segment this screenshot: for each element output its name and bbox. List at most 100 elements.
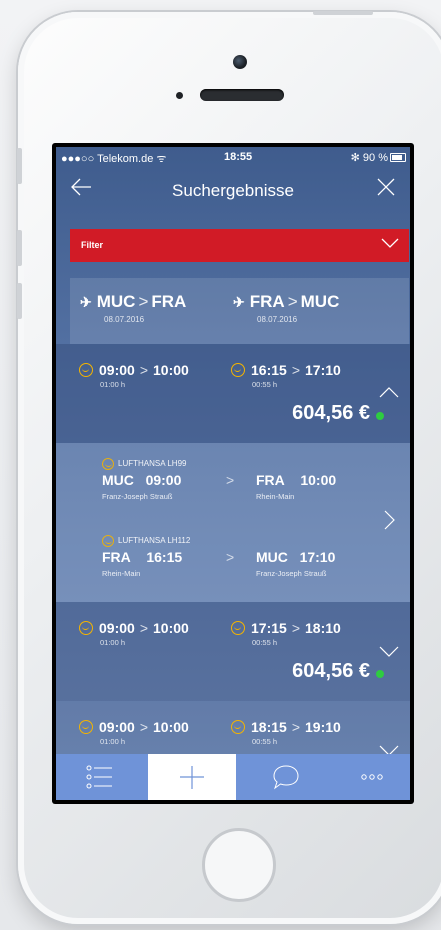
outbound-date: 08.07.2016 (104, 315, 145, 324)
outbound-duration: 01:00 h (100, 638, 126, 647)
chat-bubble-icon (273, 765, 299, 790)
return-departure-time: 17:15 (251, 619, 287, 636)
tab-list[interactable] (56, 754, 144, 800)
availability-dot (376, 670, 384, 678)
outbound-arrival-time: 10:00 (153, 361, 189, 378)
leg-to-code: FRA (256, 472, 285, 488)
leg-from-airport: Rhein-Main (102, 569, 141, 578)
chevron-down-icon (381, 238, 399, 248)
leg-to-time: 17:10 (299, 549, 336, 565)
flight-details: LUFTHANSA LH99 MUC 09:00 > FRA 10:00 Fra… (56, 443, 410, 602)
plane-departure-icon: ✈ (80, 294, 92, 310)
leg-from-time: 09:00 (145, 472, 182, 488)
mute-switch (17, 148, 22, 184)
availability-dot (376, 412, 384, 420)
lufthansa-logo-icon (79, 620, 93, 635)
close-icon[interactable] (376, 177, 396, 202)
plane-arrival-icon: ✈ (233, 294, 245, 310)
page-title: Suchergebnisse (172, 181, 294, 200)
chevron-right-icon[interactable] (378, 509, 400, 531)
arrow-separator: > (226, 549, 235, 565)
return-flight: 16:15 >17:10 00:55 h (231, 361, 341, 389)
outbound-flight: 09:00 >10:00 01:00 h (79, 361, 189, 389)
price-label: 604,56 € (292, 660, 370, 682)
price-label: 604,56 € (292, 402, 370, 424)
status-bar: ●●●○○ Telekom.de ᯤ 18:55 ✻ 90 % (56, 147, 410, 167)
return-duration: 00:55 h (252, 638, 278, 647)
power-button (313, 11, 373, 15)
tab-more[interactable] (328, 754, 410, 800)
earpiece-speaker (200, 89, 284, 101)
leg-from-code: MUC (102, 472, 134, 488)
inbound-from: FRA (249, 292, 285, 311)
outbound-duration: 01:00 h (100, 380, 126, 389)
app-screen: ●●●○○ Telekom.de ᯤ 18:55 ✻ 90 % Sucherge… (56, 147, 410, 800)
result-card[interactable]: 09:00 >10:00 01:00 h 18:15 >19:10 00:55 h (56, 701, 410, 761)
route-summary: ✈ MUC > FRA 08.07.2016 ✈ FRA > MUC 08.07.2016 (70, 278, 409, 344)
return-departure-time: 16:15 (251, 361, 287, 378)
lufthansa-logo-icon (231, 362, 245, 377)
arrow-separator: > (226, 472, 235, 488)
outbound-departure-time: 09:00 (99, 619, 135, 636)
return-arrival-time: 17:10 (305, 361, 341, 378)
volume-up-button (17, 230, 22, 266)
inbound-to: MUC (300, 292, 340, 311)
return-flight: 18:15 >19:10 00:55 h (231, 718, 341, 746)
result-card[interactable]: 09:00 >10:00 01:00 h 16:15 >17:10 00:55 h … (56, 344, 410, 443)
return-departure-time: 18:15 (251, 718, 287, 735)
tab-bar (56, 754, 410, 800)
outbound-route: ✈ MUC > FRA 08.07.2016 (80, 292, 187, 324)
leg-to-code: MUC (256, 549, 288, 565)
outbound-from: MUC (96, 292, 136, 311)
return-arrival-time: 19:10 (305, 718, 341, 735)
lufthansa-logo-icon (231, 719, 245, 734)
tab-new-search[interactable] (148, 754, 236, 800)
outbound-flight: 09:00 >10:00 01:00 h (79, 718, 189, 746)
leg-from-time: 16:15 (146, 549, 183, 565)
proximity-sensor (176, 92, 183, 99)
airline-flight-number: LUFTHANSA LH99 (118, 459, 187, 469)
chevron-down-icon[interactable] (378, 640, 400, 662)
lufthansa-logo-icon (231, 620, 245, 635)
navigation-bar: Suchergebnisse (56, 169, 410, 213)
lufthansa-logo-icon (102, 535, 114, 547)
tab-chat[interactable] (242, 754, 330, 800)
outbound-flight: 09:00 >10:00 01:00 h (79, 619, 189, 647)
battery-label: ✻ 90 % (350, 152, 388, 164)
plus-icon (180, 766, 204, 789)
battery-icon (390, 153, 406, 162)
result-card[interactable]: 09:00 >10:00 01:00 h 17:15 >18:10 00:55 h … (56, 602, 410, 701)
leg-to-time: 10:00 (300, 472, 337, 488)
airline-flight-number: LUFTHANSA LH112 (118, 536, 191, 546)
lufthansa-logo-icon (79, 362, 93, 377)
outbound-departure-time: 09:00 (99, 718, 135, 735)
clock: 18:55 (224, 151, 253, 163)
leg-from-code: FRA (102, 549, 131, 565)
leg-from-airport: Franz-Joseph Strauß (102, 492, 173, 501)
outbound-to: FRA (151, 292, 187, 311)
home-button[interactable] (202, 828, 276, 902)
inbound-route: ✈ FRA > MUC 08.07.2016 (233, 292, 340, 324)
lufthansa-logo-icon (102, 458, 114, 470)
flight-leg: LUFTHANSA LH112 FRA 16:15 > MUC 17:10 Rh… (102, 535, 362, 579)
lufthansa-logo-icon (79, 719, 93, 734)
return-arrival-time: 18:10 (305, 619, 341, 636)
more-icon (361, 774, 383, 780)
list-icon (86, 765, 112, 789)
outbound-arrival-time: 10:00 (153, 619, 189, 636)
filter-label: Filter (81, 240, 104, 250)
inbound-date: 08.07.2016 (257, 315, 298, 324)
outbound-arrival-time: 10:00 (153, 718, 189, 735)
outbound-duration: 01:00 h (100, 737, 126, 746)
flight-leg: LUFTHANSA LH99 MUC 09:00 > FRA 10:00 Fra… (102, 458, 362, 502)
filter-bar[interactable]: Filter (70, 229, 409, 262)
return-flight: 17:15 >18:10 00:55 h (231, 619, 341, 647)
volume-down-button (17, 283, 22, 319)
front-camera (233, 55, 247, 69)
outbound-departure-time: 09:00 (99, 361, 135, 378)
carrier-label: ●●●○○ Telekom.de ᯤ (61, 153, 167, 165)
leg-to-airport: Franz-Joseph Strauß (256, 569, 327, 578)
chevron-up-icon[interactable] (378, 382, 400, 404)
return-duration: 00:55 h (252, 737, 278, 746)
leg-to-airport: Rhein-Main (256, 492, 295, 501)
